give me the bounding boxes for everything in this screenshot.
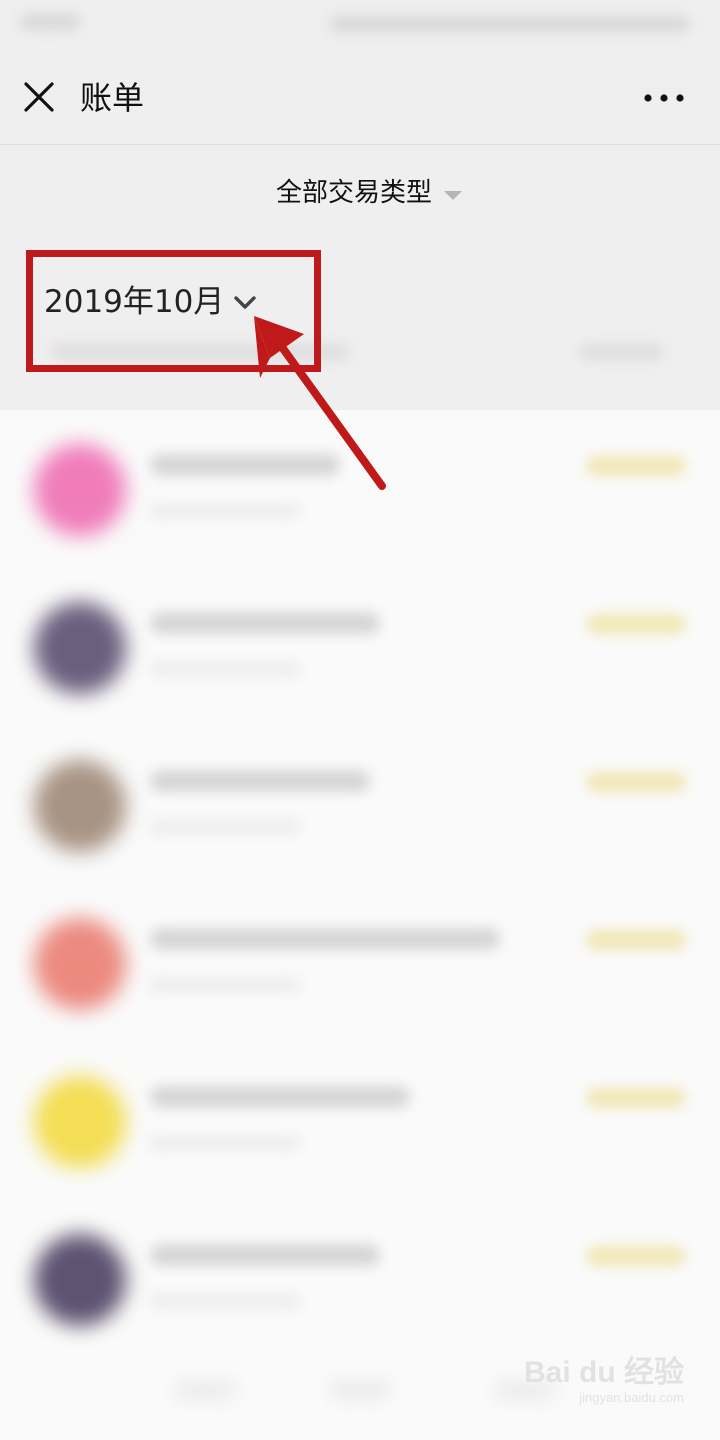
transaction-title-blur: [150, 612, 380, 634]
transaction-amount-blur: [586, 1246, 686, 1266]
transaction-time-blur: [150, 1136, 300, 1150]
bill-page: 账单 全部交易类型 2019年10月 Bai du 经验 jingyan.bai…: [0, 0, 720, 1440]
transaction-row[interactable]: [0, 884, 720, 1042]
transaction-avatar: [34, 760, 126, 852]
watermark: Bai du 经验 jingyan.baidu.com: [524, 1356, 684, 1406]
nav-bar: 账单: [0, 52, 720, 145]
transaction-amount-blur: [586, 614, 686, 634]
transaction-row[interactable]: [0, 568, 720, 726]
annotation-highlight-box: [26, 250, 321, 372]
transaction-avatar: [34, 1234, 126, 1326]
transaction-avatar: [34, 1076, 126, 1168]
transaction-row[interactable]: [0, 1200, 720, 1358]
close-button[interactable]: [20, 78, 60, 118]
transaction-row[interactable]: [0, 1042, 720, 1200]
transaction-amount-blur: [586, 1088, 686, 1108]
more-icon: [644, 94, 684, 102]
transaction-title-blur: [150, 454, 340, 476]
bottom-blur: [330, 1380, 390, 1400]
transaction-row[interactable]: [0, 410, 720, 568]
bottom-blur: [175, 1380, 235, 1400]
watermark-url: jingyan.baidu.com: [579, 1390, 684, 1405]
status-blur: [330, 16, 690, 32]
status-blur: [20, 14, 80, 30]
transaction-avatar: [34, 602, 126, 694]
transaction-avatar: [34, 444, 126, 536]
transaction-time-blur: [150, 504, 300, 518]
transaction-title-blur: [150, 928, 500, 950]
transaction-avatar: [34, 918, 126, 1010]
transaction-title-blur: [150, 1244, 380, 1266]
transaction-amount-blur: [586, 930, 686, 950]
more-button[interactable]: [640, 78, 690, 118]
transaction-time-blur: [150, 662, 300, 676]
transaction-title-blur: [150, 1086, 410, 1108]
filter-label: 全部交易类型: [276, 178, 433, 208]
transaction-time-blur: [150, 820, 300, 834]
caret-down-icon: [444, 190, 463, 200]
filter-bar: 全部交易类型: [0, 145, 720, 240]
transaction-amount-blur: [586, 456, 686, 476]
status-bar: [0, 0, 720, 52]
transaction-row[interactable]: [0, 726, 720, 884]
transaction-amount-blur: [586, 772, 686, 792]
watermark-logo: Bai du 经验: [523, 1356, 684, 1389]
transaction-time-blur: [150, 978, 300, 992]
month-stats-blur: [580, 344, 664, 360]
transaction-time-blur: [150, 1294, 300, 1308]
close-icon: [24, 82, 54, 112]
transaction-title-blur: [150, 770, 370, 792]
transaction-type-filter[interactable]: 全部交易类型: [276, 173, 463, 213]
page-title: 账单: [80, 79, 145, 117]
transaction-list: [0, 410, 720, 1440]
